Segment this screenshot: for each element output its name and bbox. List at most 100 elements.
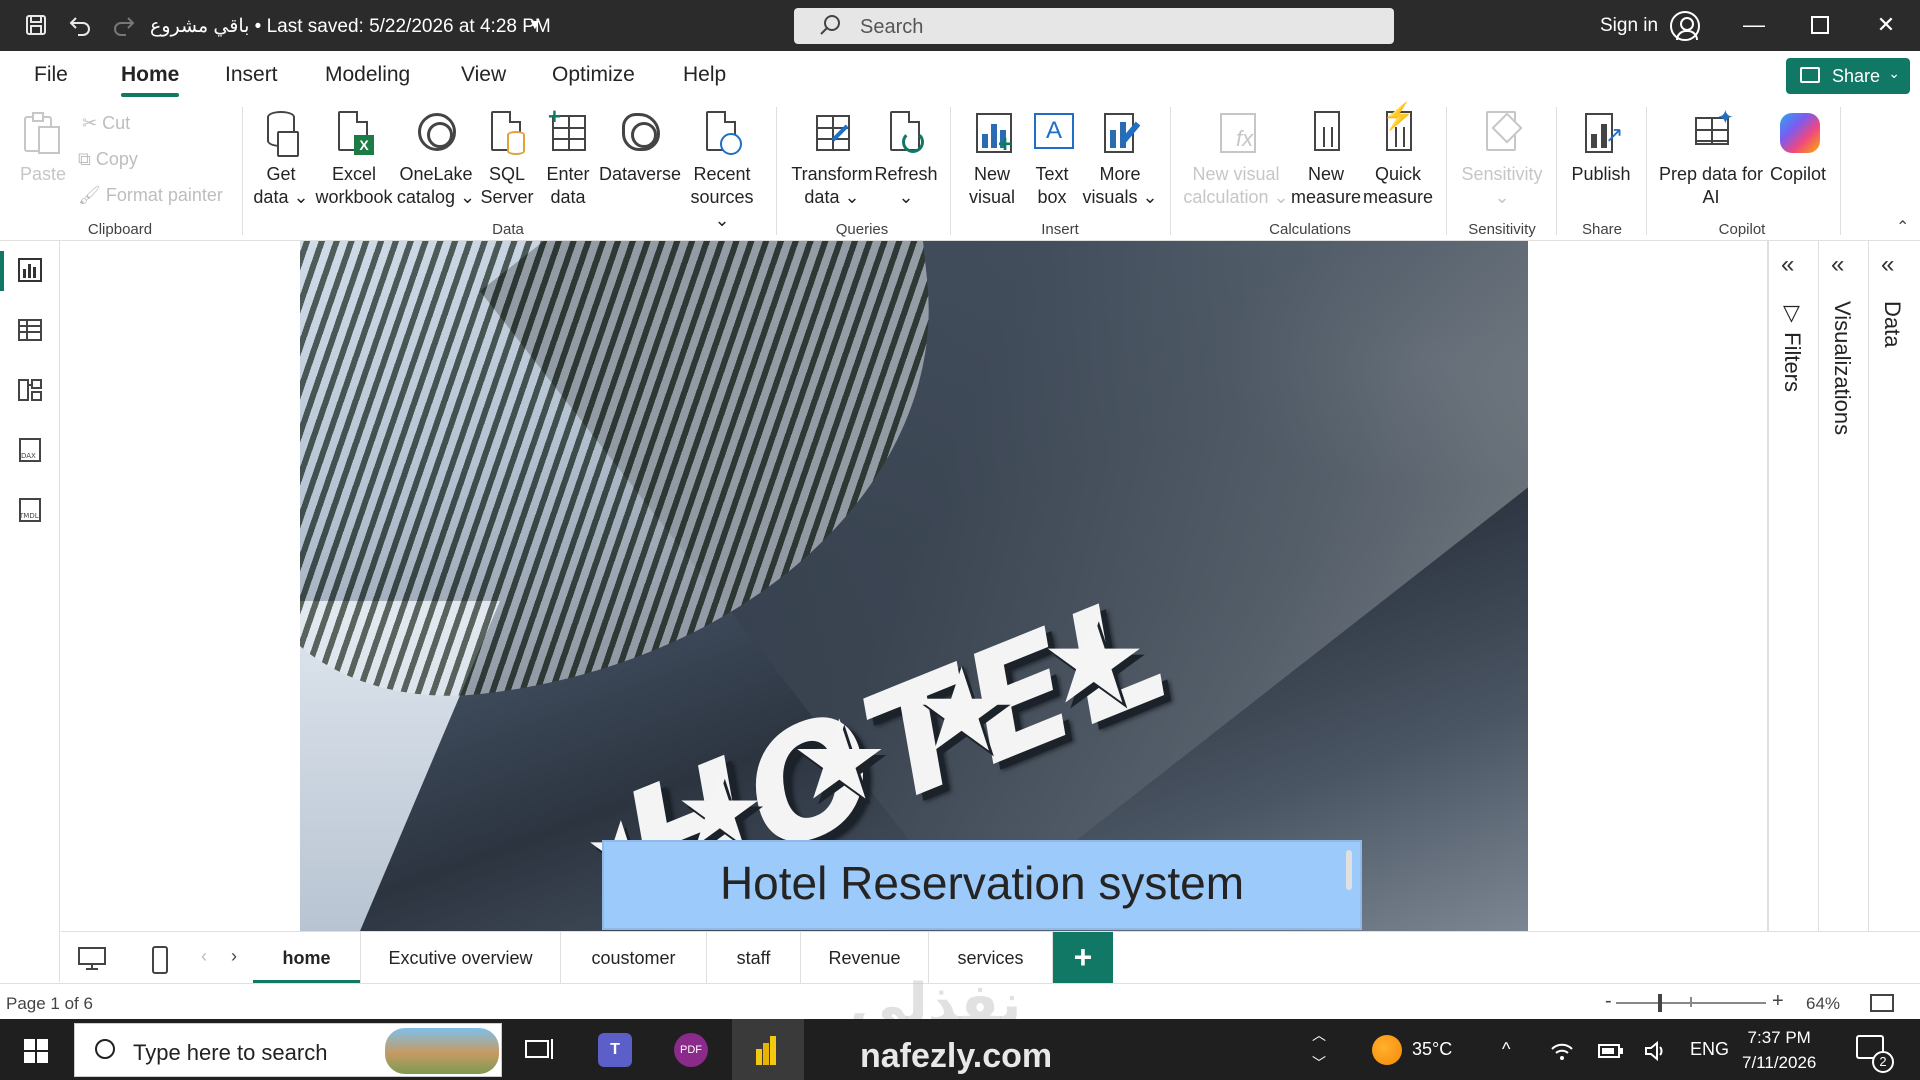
fit-to-page-icon[interactable] [1870,994,1894,1012]
menu-view[interactable]: View [461,63,506,87]
search-box[interactable]: Search [794,8,1394,44]
report-title-textbox[interactable]: Hotel Reservation system [602,840,1362,930]
taskbar-search[interactable]: Type here to search [74,1023,502,1077]
battery-icon[interactable] [1598,1043,1624,1059]
page-tab-coustomer[interactable]: coustomer [561,932,707,984]
volume-icon[interactable] [1644,1041,1668,1061]
system-clock[interactable]: 7:37 PM 7/11/2026 [1742,1025,1816,1075]
sensitivity-icon [1480,109,1524,159]
share-button[interactable]: Share ⌄ [1786,58,1910,94]
excel-workbook-button[interactable]: X Excel workbook [314,109,394,209]
new-visual-button[interactable]: + New visual [962,109,1022,209]
zoom-slider-thumb[interactable] [1658,994,1662,1012]
sign-in-link[interactable]: Sign in [1600,15,1658,37]
get-data-button[interactable]: Get data ⌄ [250,109,312,209]
menu-insert[interactable]: Insert [225,63,278,87]
expand-data-icon[interactable]: « [1881,251,1894,279]
task-view-icon[interactable] [522,1033,556,1067]
desktop-layout-icon[interactable] [77,946,107,972]
filters-pane[interactable]: « ▽ Filters [1768,241,1818,931]
scroll-left-icon[interactable]: ‹ [201,946,207,967]
text-box-button[interactable]: A Text box [1024,109,1080,209]
maximize-icon[interactable] [1800,10,1840,40]
paste-button[interactable]: Paste [16,109,70,186]
page-tab-staff[interactable]: staff [707,932,801,984]
mobile-layout-icon[interactable] [151,946,169,974]
redo-icon[interactable] [112,13,136,37]
page-indicator: Page 1 of 6 [6,994,93,1013]
prep-data-for-ai-button[interactable]: ✦ Prep data for AI [1654,107,1768,209]
hotel-image[interactable]: HOTEL ★ ★ ★ ★ ★ [300,241,1528,931]
transform-data-icon [810,109,854,159]
menu-modeling[interactable]: Modeling [325,63,410,87]
transform-label-2: data [804,187,840,207]
title-dropdown-icon[interactable]: ▼ [528,16,542,32]
model-view-icon[interactable] [17,377,43,403]
document-title[interactable]: باقي مشروع • Last saved: 5/22/2026 at 4:… [150,15,551,38]
transform-data-button[interactable]: Transform data ⌄ [786,109,878,209]
new-measure-button[interactable]: New measure [1290,109,1362,209]
refresh-button[interactable]: Refresh ⌄ [874,109,938,209]
search-icon [95,1039,115,1059]
quick-measure-button[interactable]: ⚡ Quick measure [1362,103,1434,209]
excel-label-1: Excel [331,164,376,184]
show-hidden-icons-icon[interactable]: ^ [1502,1039,1510,1060]
tmdl-icon[interactable]: TMDL [17,497,43,523]
zoom-out-button[interactable]: - [1605,990,1612,1013]
onelake-catalog-button[interactable]: OneLake catalog ⌄ [396,109,476,209]
expand-visualizations-icon[interactable]: « [1831,251,1844,279]
language-indicator[interactable]: ENG [1690,1039,1729,1060]
get-data-label-1: Get [266,164,296,184]
minimize-icon[interactable]: — [1734,10,1774,40]
sql-server-button[interactable]: SQL Server [478,109,536,209]
menu-file[interactable]: File [34,63,68,87]
format-painter-button[interactable]: 🖌 Format painter [78,185,223,206]
data-pane[interactable]: « Data [1868,241,1918,931]
group-label-copilot: Copilot [1718,221,1766,238]
windows-icon[interactable] [24,1039,48,1063]
page-tab-excutive-overview[interactable]: Excutive overview [361,932,561,984]
copy-button[interactable]: ⧉ Copy [78,149,138,170]
scroll-right-icon[interactable]: › [231,946,237,967]
sensitivity-button[interactable]: Sensitivity ⌄ [1454,109,1550,209]
menu-optimize[interactable]: Optimize [552,63,635,87]
undo-icon[interactable] [68,13,92,37]
menu-home[interactable]: Home [121,63,180,97]
pdf-app-icon[interactable]: PDF [674,1033,708,1067]
weather-icon[interactable] [1372,1035,1402,1065]
visualizations-pane[interactable]: « Visualizations [1818,241,1868,931]
textbox-scrollbar[interactable] [1346,850,1352,890]
temperature[interactable]: 35°C [1412,1039,1452,1060]
publish-button[interactable]: ↗ Publish [1566,109,1636,186]
recent-sources-button[interactable]: Recent sources ⌄ [686,109,758,232]
collapse-ribbon-icon[interactable]: ⌃ [1896,217,1909,237]
cut-button[interactable]: ✂ Cut [82,113,130,134]
zoom-in-button[interactable]: + [1772,990,1784,1013]
expand-filters-icon[interactable]: « [1781,251,1794,279]
power-bi-icon[interactable] [750,1033,784,1067]
zoom-level[interactable]: 64% [1806,994,1840,1014]
publish-label: Publish [1571,164,1631,184]
teams-icon[interactable]: T [598,1033,632,1067]
tray-scroll-icon[interactable]: ︿ ﹀ [1312,1021,1326,1077]
search-placeholder: Search [860,16,924,38]
report-view-icon[interactable] [17,257,43,283]
enter-data-button[interactable]: + Enter data [540,105,596,209]
new-visual-calculation-button[interactable]: fx New visual calculation ⌄ [1180,109,1292,209]
menu-bar: File Home Insert Modeling View Optimize … [0,51,1920,101]
dax-query-icon[interactable]: DAX [17,437,43,463]
ribbon: Paste ✂ Cut ⧉ Copy 🖌 Format painter Clip… [0,101,1920,241]
close-icon[interactable]: ✕ [1866,10,1906,40]
table-view-icon[interactable] [17,317,43,343]
menu-help[interactable]: Help [683,63,726,87]
add-page-button[interactable]: + [1053,932,1113,984]
taskbar-search-placeholder: Type here to search [133,1040,328,1065]
page-tab-home[interactable]: home [253,932,361,984]
save-icon[interactable] [24,13,48,37]
more-visuals-button[interactable]: More visuals ⌄ [1082,109,1158,209]
wifi-icon[interactable] [1550,1041,1574,1061]
ribbon-separator [1646,107,1647,235]
copilot-button[interactable]: Copilot [1762,109,1834,186]
dataverse-button[interactable]: Dataverse [598,109,682,186]
user-icon[interactable] [1670,11,1700,41]
